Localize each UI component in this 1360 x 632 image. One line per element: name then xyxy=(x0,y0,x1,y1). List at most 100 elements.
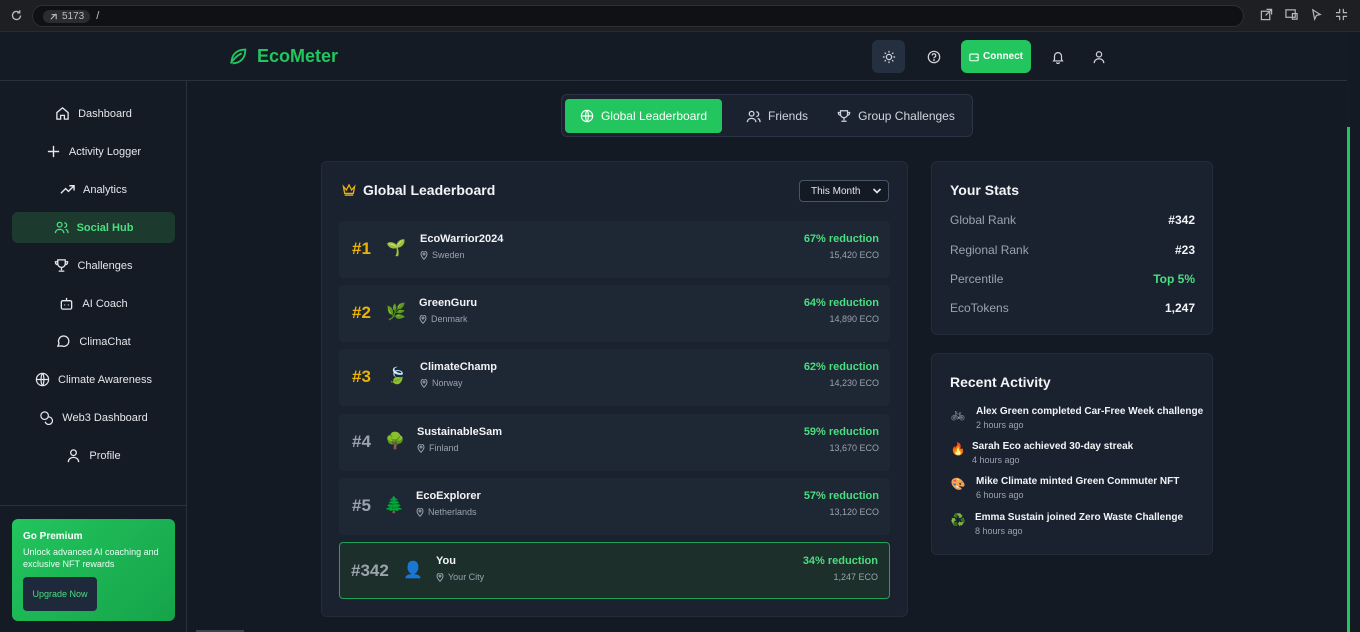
period-select[interactable]: This Month xyxy=(799,180,889,202)
stat-value: #342 xyxy=(1168,213,1195,227)
sidebar-item-label: AI Coach xyxy=(82,297,128,310)
herb-icon: 🌿 xyxy=(386,304,406,321)
reload-icon[interactable] xyxy=(0,9,32,22)
eco-tokens: 1,247 ECO xyxy=(833,572,878,582)
rank: #5 xyxy=(352,496,371,515)
sidebar-item-climate-awareness[interactable]: Climate Awareness xyxy=(12,364,175,395)
eco-tokens: 15,420 ECO xyxy=(829,250,879,260)
screen-icon[interactable] xyxy=(1285,8,1298,21)
activity-text: Sarah Eco achieved 30-day streak xyxy=(972,441,1134,452)
sidebar-item-web3-dashboard[interactable]: Web3 Dashboard xyxy=(12,402,175,433)
crown-icon xyxy=(342,184,356,196)
tree-icon: 🌳 xyxy=(385,433,405,450)
stat-row: Regional Rank #23 xyxy=(950,243,1195,257)
tab-group-challenges[interactable]: Group Challenges xyxy=(830,99,962,133)
fire-icon: 🔥 xyxy=(950,442,966,456)
premium-card: Go Premium Unlock advanced AI coaching a… xyxy=(12,519,175,621)
tab-label: Global Leaderboard xyxy=(600,109,708,123)
coins-icon xyxy=(39,410,54,425)
tab-global-leaderboard[interactable]: Global Leaderboard xyxy=(565,99,722,133)
activity-text: Mike Climate minted Green Commuter NFT xyxy=(976,476,1180,487)
recycle-icon: ♻️ xyxy=(950,513,966,527)
stats-title: Your Stats xyxy=(950,182,1019,198)
connect-wallet-button[interactable]: Connect xyxy=(961,40,1031,73)
sidebar-item-social-hub[interactable]: Social Hub xyxy=(12,212,175,243)
pin-icon xyxy=(416,507,424,517)
sidebar-item-dashboard[interactable]: Dashboard xyxy=(12,98,175,129)
globe-icon xyxy=(580,109,594,123)
stat-value: #23 xyxy=(1174,243,1195,257)
activity-time: 6 hours ago xyxy=(976,490,1024,500)
trophy-icon xyxy=(54,258,69,273)
eco-tokens: 13,120 ECO xyxy=(829,507,879,517)
sidebar-item-label: Dashboard xyxy=(78,107,132,120)
location-text: Norway xyxy=(432,378,463,388)
stat-label: Regional Rank xyxy=(950,243,1029,257)
trend-icon xyxy=(60,182,75,197)
user-name: ClimateChamp xyxy=(420,361,498,373)
sidebar-item-label: Activity Logger xyxy=(68,145,142,158)
location-text: Finland xyxy=(429,443,459,453)
leaderboard-title: Global Leaderboard xyxy=(342,182,495,198)
url-path: / xyxy=(96,10,100,22)
leaderboard-row[interactable]: #2 🌿 GreenGuru Denmark 64% reduction 14,… xyxy=(339,285,890,342)
notifications-button[interactable] xyxy=(1041,40,1074,73)
chat-icon xyxy=(56,334,71,349)
rank: #1 xyxy=(352,239,371,258)
user-name: SustainableSam xyxy=(417,426,502,438)
sidebar-item-activity-logger[interactable]: Activity Logger xyxy=(12,136,175,167)
location-text: Denmark xyxy=(431,314,468,324)
sprout-icon: 🌱 xyxy=(386,240,406,257)
trophy-icon xyxy=(837,110,851,122)
sun-icon xyxy=(882,50,895,63)
sidebar-item-label: Climate Awareness xyxy=(58,373,152,386)
address-bar[interactable]: 5173 / xyxy=(32,5,1244,27)
scrollbar-thumb[interactable] xyxy=(1347,127,1350,632)
location-text: Sweden xyxy=(432,250,465,260)
user-name: EcoExplorer xyxy=(416,490,481,502)
cursor-icon[interactable] xyxy=(1310,8,1323,21)
sidebar-item-label: ClimaChat xyxy=(79,335,131,348)
premium-description: Unlock advanced AI coaching and exclusiv… xyxy=(23,547,159,569)
sidebar-item-challenges[interactable]: Challenges xyxy=(12,250,175,281)
activity-title: Recent Activity xyxy=(950,374,1051,390)
sidebar-item-climachat[interactable]: ClimaChat xyxy=(12,326,175,357)
open-external-icon[interactable] xyxy=(1260,8,1273,21)
leaderboard-row[interactable]: #1 🌱 EcoWarrior2024 Sweden 67% reduction… xyxy=(339,221,890,278)
theme-toggle-button[interactable] xyxy=(872,40,905,73)
sidebar-item-label: Social Hub xyxy=(76,221,134,234)
reduction-value: 67% reduction xyxy=(803,233,879,245)
pin-icon xyxy=(420,250,428,260)
leaf-icon: 🍃 xyxy=(387,368,407,385)
sidebar-item-profile[interactable]: Profile xyxy=(12,440,175,471)
evergreen-tree-icon: 🌲 xyxy=(384,497,404,514)
reduction-value: 34% reduction xyxy=(802,555,878,567)
bicycle-icon: 🚲 xyxy=(950,407,966,421)
leaderboard-row[interactable]: #4 🌳 SustainableSam Finland 59% reductio… xyxy=(339,414,890,471)
help-icon xyxy=(927,50,940,63)
activity-time: 4 hours ago xyxy=(972,455,1020,465)
collapse-icon[interactable] xyxy=(1335,8,1348,21)
globe-icon xyxy=(35,372,50,387)
app-logo[interactable]: EcoMeter xyxy=(227,45,338,67)
help-button[interactable] xyxy=(917,40,950,73)
location-text: Netherlands xyxy=(428,507,477,517)
stat-row: Global Rank #342 xyxy=(950,213,1195,227)
upgrade-now-button[interactable]: Upgrade Now xyxy=(23,577,97,611)
your-stats-card: Your Stats Global Rank #342 Regional Ran… xyxy=(931,161,1213,335)
recent-activity-card: Recent Activity 🚲 Alex Green completed C… xyxy=(931,353,1213,555)
plus-icon xyxy=(46,144,61,159)
eco-tokens: 14,230 ECO xyxy=(829,378,879,388)
user-menu-button[interactable] xyxy=(1082,40,1115,73)
tab-friends[interactable]: Friends xyxy=(732,99,822,133)
sidebar-item-label: Analytics xyxy=(82,183,128,196)
users-icon xyxy=(54,220,69,235)
sidebar-item-analytics[interactable]: Analytics xyxy=(12,174,175,205)
leaderboard-row[interactable]: #3 🍃 ClimateChamp Norway 62% reduction 1… xyxy=(339,349,890,406)
leaderboard-title-text: Global Leaderboard xyxy=(363,182,496,198)
sidebar-item-ai-coach[interactable]: AI Coach xyxy=(12,288,175,319)
leaderboard-row-current-user[interactable]: #342 👤 You Your City 34% reduction 1,247… xyxy=(339,542,890,599)
period-select-value: This Month xyxy=(811,185,861,197)
leaderboard-row[interactable]: #5 🌲 EcoExplorer Netherlands 57% reducti… xyxy=(339,478,890,535)
rank: #4 xyxy=(352,432,371,451)
